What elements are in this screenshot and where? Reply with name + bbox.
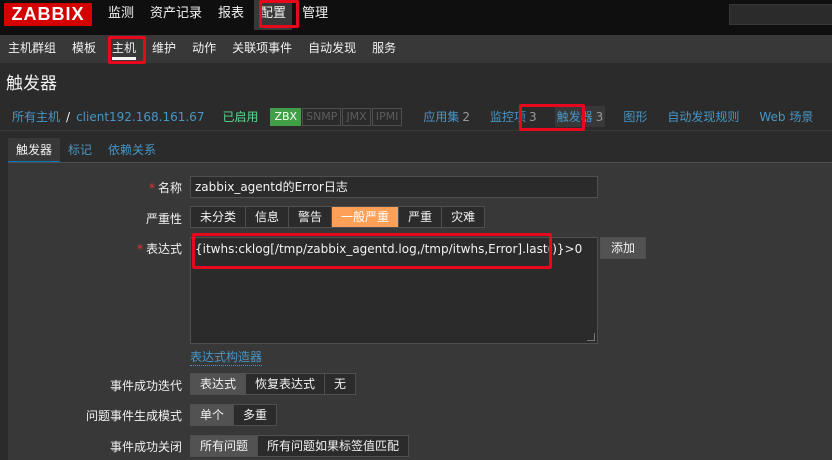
ok-close-selector: 所有问题 所有问题如果标签值匹配 — [190, 435, 410, 457]
tab-trigger[interactable]: 触发器 — [8, 138, 61, 163]
badge-jmx: JMX — [342, 107, 371, 126]
name-label-text: 名称 — [157, 181, 182, 195]
link-graphs[interactable]: 图形 — [621, 106, 649, 127]
submenu-maintenance[interactable]: 维护 — [144, 35, 184, 63]
form-tabs: 触发器 标记 依赖关系 — [8, 138, 164, 163]
expression-builder-link[interactable]: 表达式构造器 — [190, 348, 263, 366]
interface-badges: ZBX SNMP JMX IPMI — [270, 107, 403, 126]
severity-high[interactable]: 严重 — [399, 207, 443, 227]
submenu-services[interactable]: 服务 — [364, 35, 404, 63]
breadcrumb-separator: / — [66, 109, 71, 124]
menu-inventory[interactable]: 资产记录 — [142, 0, 210, 30]
tab-dependencies[interactable]: 依赖关系 — [100, 138, 164, 162]
severity-selector: 未分类 信息 警告 一般严重 严重 灾难 — [190, 206, 486, 228]
severity-average[interactable]: 一般严重 — [332, 207, 400, 227]
ok-event-label: 事件成功迭代 — [109, 379, 182, 393]
submenu-discovery[interactable]: 自动发现 — [300, 35, 364, 63]
top-bar: ZABBIX 监测 资产记录 报表 配置 管理 — [0, 0, 832, 35]
severity-disaster[interactable]: 灾难 — [442, 207, 485, 227]
main-menu: 监测 资产记录 报表 配置 管理 — [100, 0, 336, 30]
link-web-scenarios-label: Web 场景 — [759, 110, 814, 124]
sub-menu: 主机群组 模板 主机 维护 动作 关联项事件 自动发现 服务 — [0, 35, 832, 63]
link-triggers-count: 3 — [595, 110, 604, 124]
menu-monitoring[interactable]: 监测 — [100, 0, 142, 30]
name-label: * 名称 — [8, 179, 182, 196]
menu-reports[interactable]: 报表 — [210, 0, 252, 30]
page-title: 触发器 — [6, 74, 57, 94]
name-input[interactable]: zabbix_agentd的Error日志 — [190, 176, 598, 198]
link-discovery-rules[interactable]: 自动发现规则 — [665, 106, 741, 127]
severity-not-classified[interactable]: 未分类 — [191, 207, 247, 227]
severity-warning[interactable]: 警告 — [289, 207, 333, 227]
breadcrumb: 所有主机 / client192.168.161.67 已启用 ZBX SNMP… — [0, 103, 832, 131]
ok-event-selector: 表达式 恢复表达式 无 — [190, 373, 357, 395]
link-web-scenarios[interactable]: Web 场景 — [757, 106, 815, 127]
ok-event-expression[interactable]: 表达式 — [191, 374, 247, 394]
expression-textarea[interactable]: {itwhs:cklog[/tmp/zabbix_agentd.log,/tmp… — [190, 237, 598, 344]
breadcrumb-host[interactable]: client192.168.161.67 — [76, 110, 204, 124]
ok-event-none[interactable]: 无 — [325, 374, 356, 394]
link-triggers-label: 触发器 — [556, 110, 593, 124]
badge-snmp: SNMP — [302, 107, 342, 126]
ok-event-recovery-expression[interactable]: 恢复表达式 — [246, 374, 326, 394]
menu-administration[interactable]: 管理 — [294, 0, 336, 30]
zabbix-logo[interactable]: ZABBIX — [4, 3, 92, 26]
severity-information[interactable]: 信息 — [246, 207, 290, 227]
required-mark: * — [148, 181, 155, 195]
problem-mode-selector: 单个 多重 — [190, 404, 278, 426]
submenu-correlation[interactable]: 关联项事件 — [224, 35, 300, 63]
breadcrumb-all-hosts[interactable]: 所有主机 — [12, 108, 60, 125]
menu-configuration[interactable]: 配置 — [254, 0, 293, 30]
link-applications-label: 应用集 — [423, 110, 460, 124]
link-applications-count: 2 — [462, 110, 470, 124]
severity-label: 严重性 — [145, 212, 182, 226]
submenu-templates[interactable]: 模板 — [64, 35, 104, 63]
problem-mode-single[interactable]: 单个 — [191, 405, 235, 425]
ok-close-all[interactable]: 所有问题 — [191, 436, 259, 456]
badge-ipmi: IPMI — [371, 107, 403, 126]
problem-mode-label: 问题事件生成模式 — [85, 409, 182, 423]
link-triggers[interactable]: 触发器 3 — [554, 106, 606, 127]
add-expression-button[interactable]: 添加 — [600, 237, 647, 259]
required-mark: * — [136, 242, 143, 256]
resize-handle[interactable] — [587, 333, 595, 341]
tab-tags[interactable]: 标记 — [60, 138, 100, 162]
link-graphs-label: 图形 — [623, 110, 648, 124]
link-items-count: 3 — [529, 110, 537, 124]
link-discovery-rules-label: 自动发现规则 — [667, 110, 740, 124]
ok-close-tag-match[interactable]: 所有问题如果标签值匹配 — [258, 436, 409, 456]
problem-mode-multiple[interactable]: 多重 — [234, 405, 277, 425]
link-items[interactable]: 监控项 3 — [488, 106, 539, 127]
submenu-host-groups[interactable]: 主机群组 — [0, 35, 64, 63]
search-input[interactable] — [729, 4, 832, 25]
expression-value: {itwhs:cklog[/tmp/zabbix_agentd.log,/tmp… — [195, 242, 583, 256]
expression-label-text: 表达式 — [145, 242, 182, 256]
expression-label: * 表达式 — [8, 240, 182, 257]
link-items-label: 监控项 — [490, 110, 527, 124]
submenu-hosts[interactable]: 主机 — [104, 35, 144, 63]
link-applications[interactable]: 应用集 2 — [421, 106, 472, 127]
submenu-actions[interactable]: 动作 — [184, 35, 224, 63]
host-status[interactable]: 已启用 — [222, 108, 258, 125]
badge-zbx: ZBX — [270, 107, 302, 126]
host-nav-links: 应用集 2 监控项 3 触发器 3 图形 自动发现规则 Web 场景 — [413, 106, 823, 127]
ok-close-label: 事件成功关闭 — [109, 440, 182, 454]
